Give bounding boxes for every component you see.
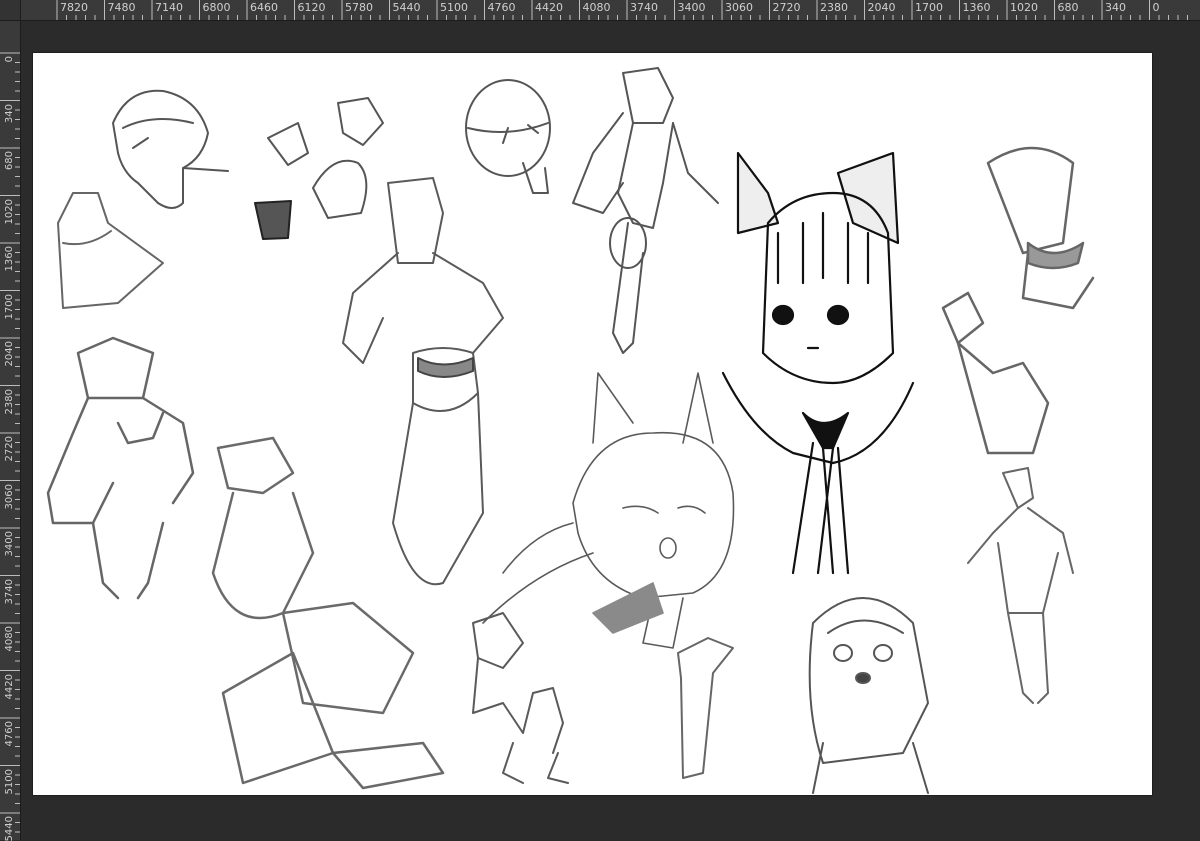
horizontal-ruler[interactable]: 7820 7480 7140 6800 6460 6120 5780 5440 5100 4760… [0,0,1200,21]
ruler-label: 340 [4,103,15,123]
ruler-label: 2380 [4,388,15,414]
ruler-label: 4080 [4,626,15,652]
ruler-label: 1360 [4,246,15,272]
ruler-label: 4760 [4,721,15,747]
ruler-label: 5440 [4,816,15,841]
sketch-mannequin-top [572,67,719,354]
ruler-label: 2720 [772,1,801,14]
ruler-label: 340 [1105,1,1126,14]
sketch-right-cylinders [941,146,1095,455]
ruler-label: 3740 [630,1,658,14]
sketch-small-forms [254,97,384,240]
ruler-label: 4420 [4,673,15,699]
ruler-label: 3060 [725,1,753,14]
sketch-fox-girl-messy [482,372,735,649]
ruler-label: 1360 [962,1,991,14]
ruler-label: 6800 [202,1,231,14]
ruler-label: 680 [1057,1,1079,14]
ruler-label: 3060 [4,483,15,509]
ruler-label: 4080 [582,1,611,14]
vertical-ruler-ticks [0,52,20,833]
ruler-label: 1700 [4,293,15,319]
sketch-layer [46,67,1095,794]
sketch-arm [677,637,734,779]
ruler-label: 5440 [392,1,421,14]
ruler-label: 3400 [677,1,706,14]
ruler-label: 4760 [487,1,516,14]
ruler-label: 5100 [440,1,468,14]
vertical-ruler[interactable]: 0 340 680 1020 1360 1700 2040 2380 2720 3060 3400 3… [0,20,21,841]
ruler-label: 0 [4,56,15,63]
ruler-corner [0,0,21,21]
sketch-fox-girl-inked [721,151,915,575]
drawing-canvas[interactable] [33,53,1152,795]
ruler-label: 7820 [60,1,88,14]
ruler-label: 2040 [4,341,15,367]
ruler-label: 2720 [4,436,15,462]
ruler-label: 1020 [4,198,15,224]
sketch-leg-forms [211,436,445,790]
ruler-label: 2040 [867,1,896,14]
ruler-label: 3400 [4,531,15,557]
ruler-label: 7140 [155,1,183,14]
ruler-label: 3740 [4,578,15,604]
ruler-label: 7480 [107,1,136,14]
sketch-box-head [57,192,164,309]
ruler-label: 1700 [915,1,943,14]
ruler-label: 5780 [345,1,373,14]
ruler-label: 2380 [820,1,848,14]
sketch-head-profile [112,89,229,209]
ruler-label: 680 [4,151,15,171]
ruler-label: 4420 [535,1,563,14]
ruler-label: 5100 [4,768,15,794]
sketch-girl-bust [808,597,929,794]
sketch-standing-figure [342,177,504,586]
sketch-bald-head [465,79,551,194]
sketch-walking-figure [967,467,1074,704]
ruler-label: 6120 [297,1,326,14]
ruler-label: 6460 [250,1,278,14]
ruler-label: 0 [1152,1,1160,14]
ruler-label: 1020 [1010,1,1038,14]
sketch-crouching-figure [472,612,569,784]
sketch-box-figure-left [46,336,195,600]
